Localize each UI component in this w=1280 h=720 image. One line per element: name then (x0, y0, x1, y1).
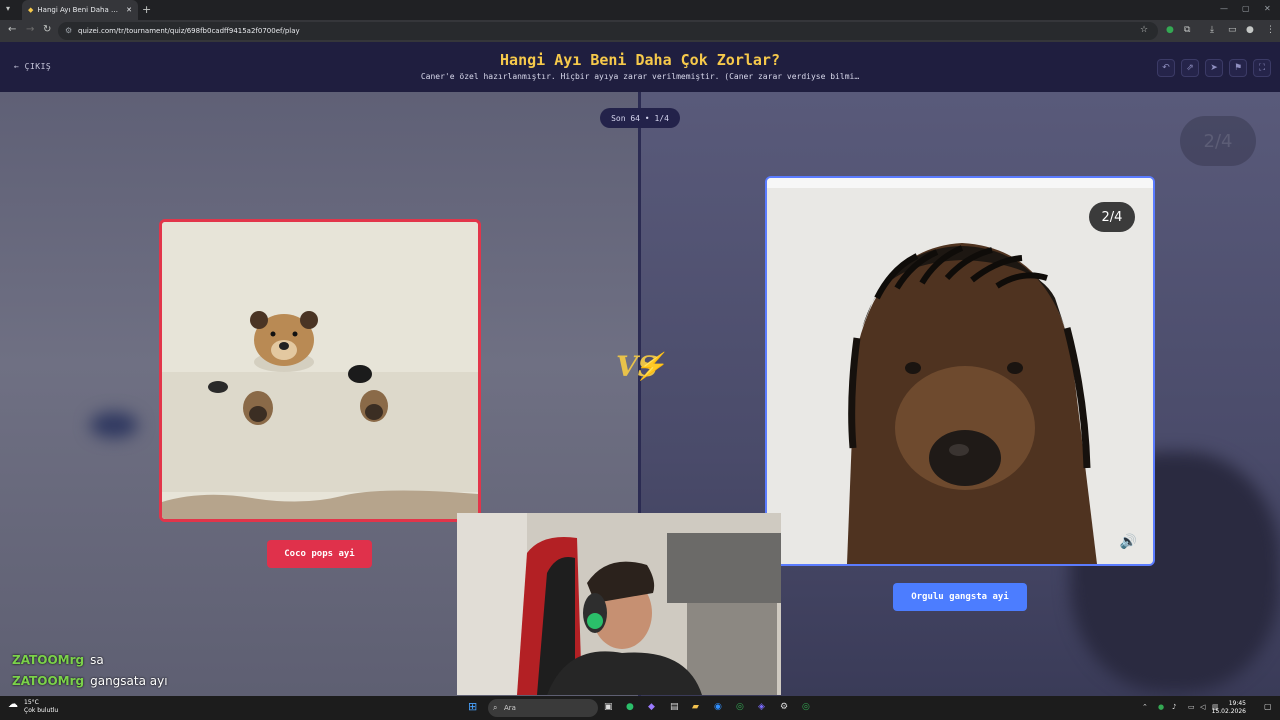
chat-text: gangsata ayı (90, 674, 168, 688)
split-view-icon[interactable]: ▭ (1228, 25, 1237, 35)
swimming-bear-photo (162, 222, 478, 519)
left-choice-button[interactable]: Coco pops ayi (267, 540, 372, 568)
lightning-icon: ⚡ (634, 352, 667, 382)
back-icon[interactable]: ← (8, 24, 16, 35)
search-placeholder: Ara (504, 704, 516, 712)
search-icon: ⌕ (493, 703, 498, 712)
left-choice-image[interactable] (159, 219, 481, 522)
close-tab-icon[interactable]: ✕ (126, 6, 132, 14)
task-view-icon[interactable]: ▣ (604, 702, 613, 712)
right-choice-image[interactable]: 2/4 🔊 (765, 176, 1155, 566)
minimize-icon[interactable]: — (1220, 4, 1228, 13)
chat-username: ZATOOMrg (12, 653, 85, 667)
extension-icon[interactable]: ● (1166, 25, 1174, 35)
undo-button[interactable]: ↶ (1157, 59, 1175, 77)
microphone-icon[interactable]: ♪ (1172, 703, 1176, 711)
round-indicator: Son 64 • 1/4 (600, 108, 680, 128)
weather-widget[interactable]: ☁ 15°C Çok bulutlu (8, 699, 59, 715)
url-field[interactable]: ⚙ quizei.com/tr/tournament/quiz/698fb0ca… (58, 22, 1158, 40)
app-icon[interactable]: ● (626, 702, 634, 712)
tab-search-icon[interactable]: ▾ (6, 4, 10, 13)
edge-icon[interactable]: ◉ (714, 702, 722, 712)
window-close-icon[interactable]: ✕ (1264, 4, 1271, 13)
tab-title: Hangi Ayı Beni Daha Çok Zorla (37, 6, 122, 14)
chrome-icon[interactable]: ◎ (736, 702, 744, 712)
page-title: Hangi Ayı Beni Daha Çok Zorlar? (500, 51, 780, 69)
bookmark-star-icon[interactable]: ☆ (1140, 25, 1148, 35)
temperature: 15°C (24, 699, 39, 706)
clock-time: 19:45 (1228, 700, 1246, 707)
url-text: quizei.com/tr/tournament/quiz/698fb0cadf… (78, 27, 300, 35)
tray-icon[interactable]: ▭ (1188, 703, 1195, 711)
braided-bear-photo (767, 178, 1153, 564)
taskbar-search[interactable]: ⌕ Ara (488, 699, 598, 717)
weather-condition: Çok bulutlu (24, 707, 59, 714)
new-tab-icon[interactable]: + (142, 3, 151, 16)
streamer-webcam-image (457, 513, 781, 695)
chrome-active-icon[interactable]: ◎ (802, 702, 810, 712)
tray-expand-icon[interactable]: ⌃ (1142, 703, 1148, 711)
tray-icon[interactable]: ● (1158, 703, 1164, 711)
chat-message: ZATOOMrg sa (12, 653, 104, 667)
profile-avatar-icon[interactable]: ● (1246, 25, 1254, 35)
page-subtitle: Caner'e özel hazırlanmıştır. Hiçbir ayıy… (420, 72, 860, 81)
discord-icon[interactable]: ◈ (758, 702, 765, 712)
favicon-icon: ◆ (28, 6, 34, 14)
notification-icon[interactable]: ▢ (1264, 702, 1272, 711)
undo-icon: ↶ (1162, 63, 1170, 73)
store-icon[interactable]: ▤ (670, 702, 679, 712)
chat-message: ZATOOMrg gangsata ayı (12, 674, 168, 688)
report-button[interactable]: ⚑ (1229, 59, 1247, 77)
ghost-counter: 2/4 (1180, 116, 1256, 166)
browser-tab[interactable]: ◆ Hangi Ayı Beni Daha Çok Zorla ✕ (22, 0, 138, 20)
app-icon[interactable]: ⚙ (780, 702, 788, 712)
forward-icon[interactable]: → (26, 24, 34, 35)
speaker-icon[interactable]: 🔊 (1120, 534, 1137, 550)
chat-username: ZATOOMrg (12, 674, 85, 688)
share-button[interactable]: ⇗ (1181, 59, 1199, 77)
vs-logo: VS ⚡ (616, 350, 666, 390)
send-icon: ➤ (1210, 63, 1218, 73)
cloud-icon: ☁ (8, 699, 18, 710)
address-bar-row: ← → ↻ ⚙ quizei.com/tr/tournament/quiz/69… (0, 20, 1280, 42)
file-explorer-icon[interactable]: ▰ (692, 702, 699, 712)
maximize-icon[interactable]: ▢ (1242, 4, 1250, 13)
fullscreen-icon: ⛶ (1258, 63, 1266, 73)
extensions-puzzle-icon[interactable]: ⧉ (1184, 25, 1190, 35)
share-icon: ⇗ (1186, 63, 1194, 73)
clock-date: 15.02.2026 (1211, 708, 1246, 715)
clock[interactable]: 19:45 15.02.2026 (1212, 700, 1246, 716)
app-icon[interactable]: ◆ (648, 702, 655, 712)
blurred-paw (90, 412, 138, 438)
browser-menu-icon[interactable]: ⋮ (1266, 25, 1275, 35)
browser-tab-bar: ▾ ◆ Hangi Ayı Beni Daha Çok Zorla ✕ + — … (0, 0, 1280, 20)
right-choice-button[interactable]: Orgulu gangsta ayi (893, 583, 1027, 611)
webcam-overlay (457, 513, 781, 695)
site-info-icon[interactable]: ⚙ (65, 26, 72, 35)
volume-icon[interactable]: ◁ (1200, 703, 1205, 711)
windows-taskbar: ☁ 15°C Çok bulutlu ⊞ ⌕ Ara ▣ ● ◆ ▤ ▰ ◉ ◎… (0, 696, 1280, 720)
download-icon[interactable]: ⤓ (1210, 25, 1214, 35)
fullscreen-button[interactable]: ⛶ (1253, 59, 1271, 77)
image-counter-badge: 2/4 (1089, 202, 1135, 232)
flag-icon: ⚑ (1233, 63, 1243, 73)
windows-start-icon[interactable]: ⊞ (468, 700, 477, 713)
send-button[interactable]: ➤ (1205, 59, 1223, 77)
reload-icon[interactable]: ↻ (43, 24, 51, 35)
chat-text: sa (90, 653, 104, 667)
